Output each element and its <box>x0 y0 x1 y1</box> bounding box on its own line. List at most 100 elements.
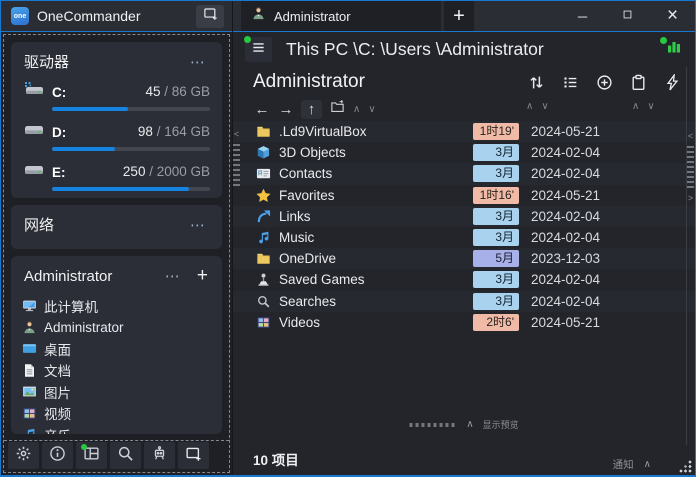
status-dot <box>660 37 667 44</box>
sidebar-item-label: 文档 <box>44 360 71 380</box>
history-down-button[interactable]: ∨ <box>364 104 379 115</box>
document-icon <box>21 363 37 378</box>
modified-date: 2024-02-04 <box>531 230 611 245</box>
collapse-right-icon[interactable]: < <box>688 131 693 141</box>
back-button[interactable]: ← <box>250 101 274 118</box>
search-icon <box>255 294 272 309</box>
sidebar-item-此计算机[interactable]: 此计算机 <box>21 295 216 317</box>
actions-button[interactable] <box>664 74 681 91</box>
left-splitter[interactable]: < <box>233 129 240 191</box>
drive-used: 98 <box>138 124 153 139</box>
history-up-button[interactable]: ∧ <box>349 104 364 115</box>
table-row[interactable]: Links 3月 2024-02-04 <box>233 206 695 227</box>
modified-date: 2024-05-21 <box>531 188 611 203</box>
star-icon <box>255 188 272 203</box>
network-title: 网络 <box>24 214 186 235</box>
file-list: .Ld9VirtualBox 1时19' 2024-05-21 3D Objec… <box>233 121 695 333</box>
drive-usage-bar <box>52 187 210 191</box>
sidebar-item-图片[interactable]: 图片 <box>21 381 216 403</box>
table-row[interactable]: .Ld9VirtualBox 1时19' 2024-05-21 <box>233 121 695 142</box>
new-item-button[interactable] <box>596 74 613 91</box>
sidebar-item-文档[interactable]: 文档 <box>21 360 216 382</box>
table-row[interactable]: Contacts 3月 2024-02-04 <box>233 163 695 184</box>
search-button[interactable] <box>110 442 141 469</box>
main-panel: Administrator + ─ × This PC \C: \Users \… <box>233 1 695 475</box>
badge-column-sort[interactable]: ∧∨ <box>526 101 557 112</box>
app-titlebar[interactable]: one OneCommander <box>1 1 232 32</box>
column-view-button[interactable] <box>663 39 685 61</box>
modified-badge: 3月 <box>473 293 519 310</box>
maximize-button[interactable] <box>605 1 650 31</box>
splitter-grip[interactable] <box>233 144 240 186</box>
app-title: OneCommander <box>37 8 196 24</box>
drive-icon <box>24 122 44 142</box>
favorites-menu-button[interactable]: ⋯ <box>161 267 185 285</box>
drag-grip[interactable] <box>409 423 457 427</box>
table-row[interactable]: Music 3月 2024-02-04 <box>233 227 695 248</box>
forward-button[interactable]: → <box>274 101 298 118</box>
drives-title: 驱动器 <box>24 51 186 72</box>
drive-row[interactable]: C: 45 / 86 GB <box>11 78 222 118</box>
automation-button[interactable] <box>144 442 175 469</box>
chevron-up-icon[interactable]: ∧ <box>644 459 651 470</box>
status-bar: 10 项目 通知 ∧ <box>233 445 695 475</box>
close-button[interactable]: × <box>650 1 695 31</box>
sidebar-item-Administrator[interactable]: Administrator <box>21 317 216 339</box>
modified-date: 2024-02-04 <box>531 209 611 224</box>
preview-toggle[interactable]: ∧ 显示预览 <box>409 418 518 431</box>
table-row[interactable]: Videos 2时6' 2024-05-21 <box>233 312 695 333</box>
file-name: Favorites <box>279 188 473 203</box>
tab-administrator[interactable]: Administrator <box>241 1 441 31</box>
new-window-button[interactable] <box>196 5 224 28</box>
expand-right-icon[interactable]: > <box>688 193 693 203</box>
sidebar-item-视频[interactable]: 视频 <box>21 403 216 425</box>
columns-icon <box>666 39 682 60</box>
drive-row[interactable]: E: 250 / 2000 GB <box>11 158 222 198</box>
splitter-grip[interactable] <box>687 146 694 188</box>
modified-date: 2024-02-04 <box>531 166 611 181</box>
settings-button[interactable] <box>8 442 39 469</box>
notifications-label[interactable]: 通知 <box>613 457 634 472</box>
robot-icon <box>151 445 168 467</box>
open-folder-button[interactable] <box>325 99 349 119</box>
resize-grip[interactable] <box>677 460 692 473</box>
sidebar-item-label: 桌面 <box>44 339 71 359</box>
tab-bar: Administrator + ─ × <box>233 1 695 32</box>
right-splitter[interactable]: < > <box>687 131 694 203</box>
network-menu-button[interactable]: ⋯ <box>186 216 210 234</box>
drive-sync-icon <box>24 82 44 102</box>
status-dot <box>81 444 87 450</box>
desktop-icon <box>21 341 37 356</box>
modified-badge: 3月 <box>473 229 519 246</box>
date-column-sort[interactable]: ∧∨ <box>632 101 663 112</box>
drive-used: 250 <box>123 164 146 179</box>
new-window-button-2[interactable] <box>178 442 209 469</box>
favorites-add-button[interactable]: + <box>185 265 210 287</box>
path-menu-button[interactable] <box>245 37 272 62</box>
view-mode-button[interactable] <box>562 74 579 91</box>
table-row[interactable]: Searches 3月 2024-02-04 <box>233 291 695 312</box>
breadcrumb[interactable]: This PC \C: \Users \Administrator <box>286 39 663 60</box>
collapse-left-icon[interactable]: < <box>234 129 239 139</box>
drives-menu-button[interactable]: ⋯ <box>186 53 210 71</box>
table-row[interactable]: 3D Objects 3月 2024-02-04 <box>233 142 695 163</box>
info-button[interactable] <box>42 442 73 469</box>
paste-button[interactable] <box>630 74 647 91</box>
table-row[interactable]: Saved Games 3月 2024-02-04 <box>233 269 695 290</box>
sidebar-item-桌面[interactable]: 桌面 <box>21 338 216 360</box>
sidebar-item-label: 视频 <box>44 403 71 423</box>
table-row[interactable]: Favorites 1时16' 2024-05-21 <box>233 185 695 206</box>
info-icon <box>49 445 66 467</box>
breadcrumb-bar: This PC \C: \Users \Administrator <box>233 32 695 67</box>
modified-badge: 2时6' <box>473 314 519 331</box>
up-button[interactable]: ↑ <box>301 100 322 119</box>
folder-icon <box>255 251 272 266</box>
minimize-button[interactable]: ─ <box>560 1 605 31</box>
new-tab-button[interactable]: + <box>444 1 474 31</box>
sidebar-item-音乐[interactable]: 音乐 <box>21 424 216 434</box>
sort-button[interactable] <box>528 74 545 91</box>
layout-button[interactable] <box>76 442 107 469</box>
favorites-title: Administrator <box>24 268 161 285</box>
table-row[interactable]: OneDrive 5月 2023-12-03 <box>233 248 695 269</box>
drive-row[interactable]: D: 98 / 164 GB <box>11 118 222 158</box>
